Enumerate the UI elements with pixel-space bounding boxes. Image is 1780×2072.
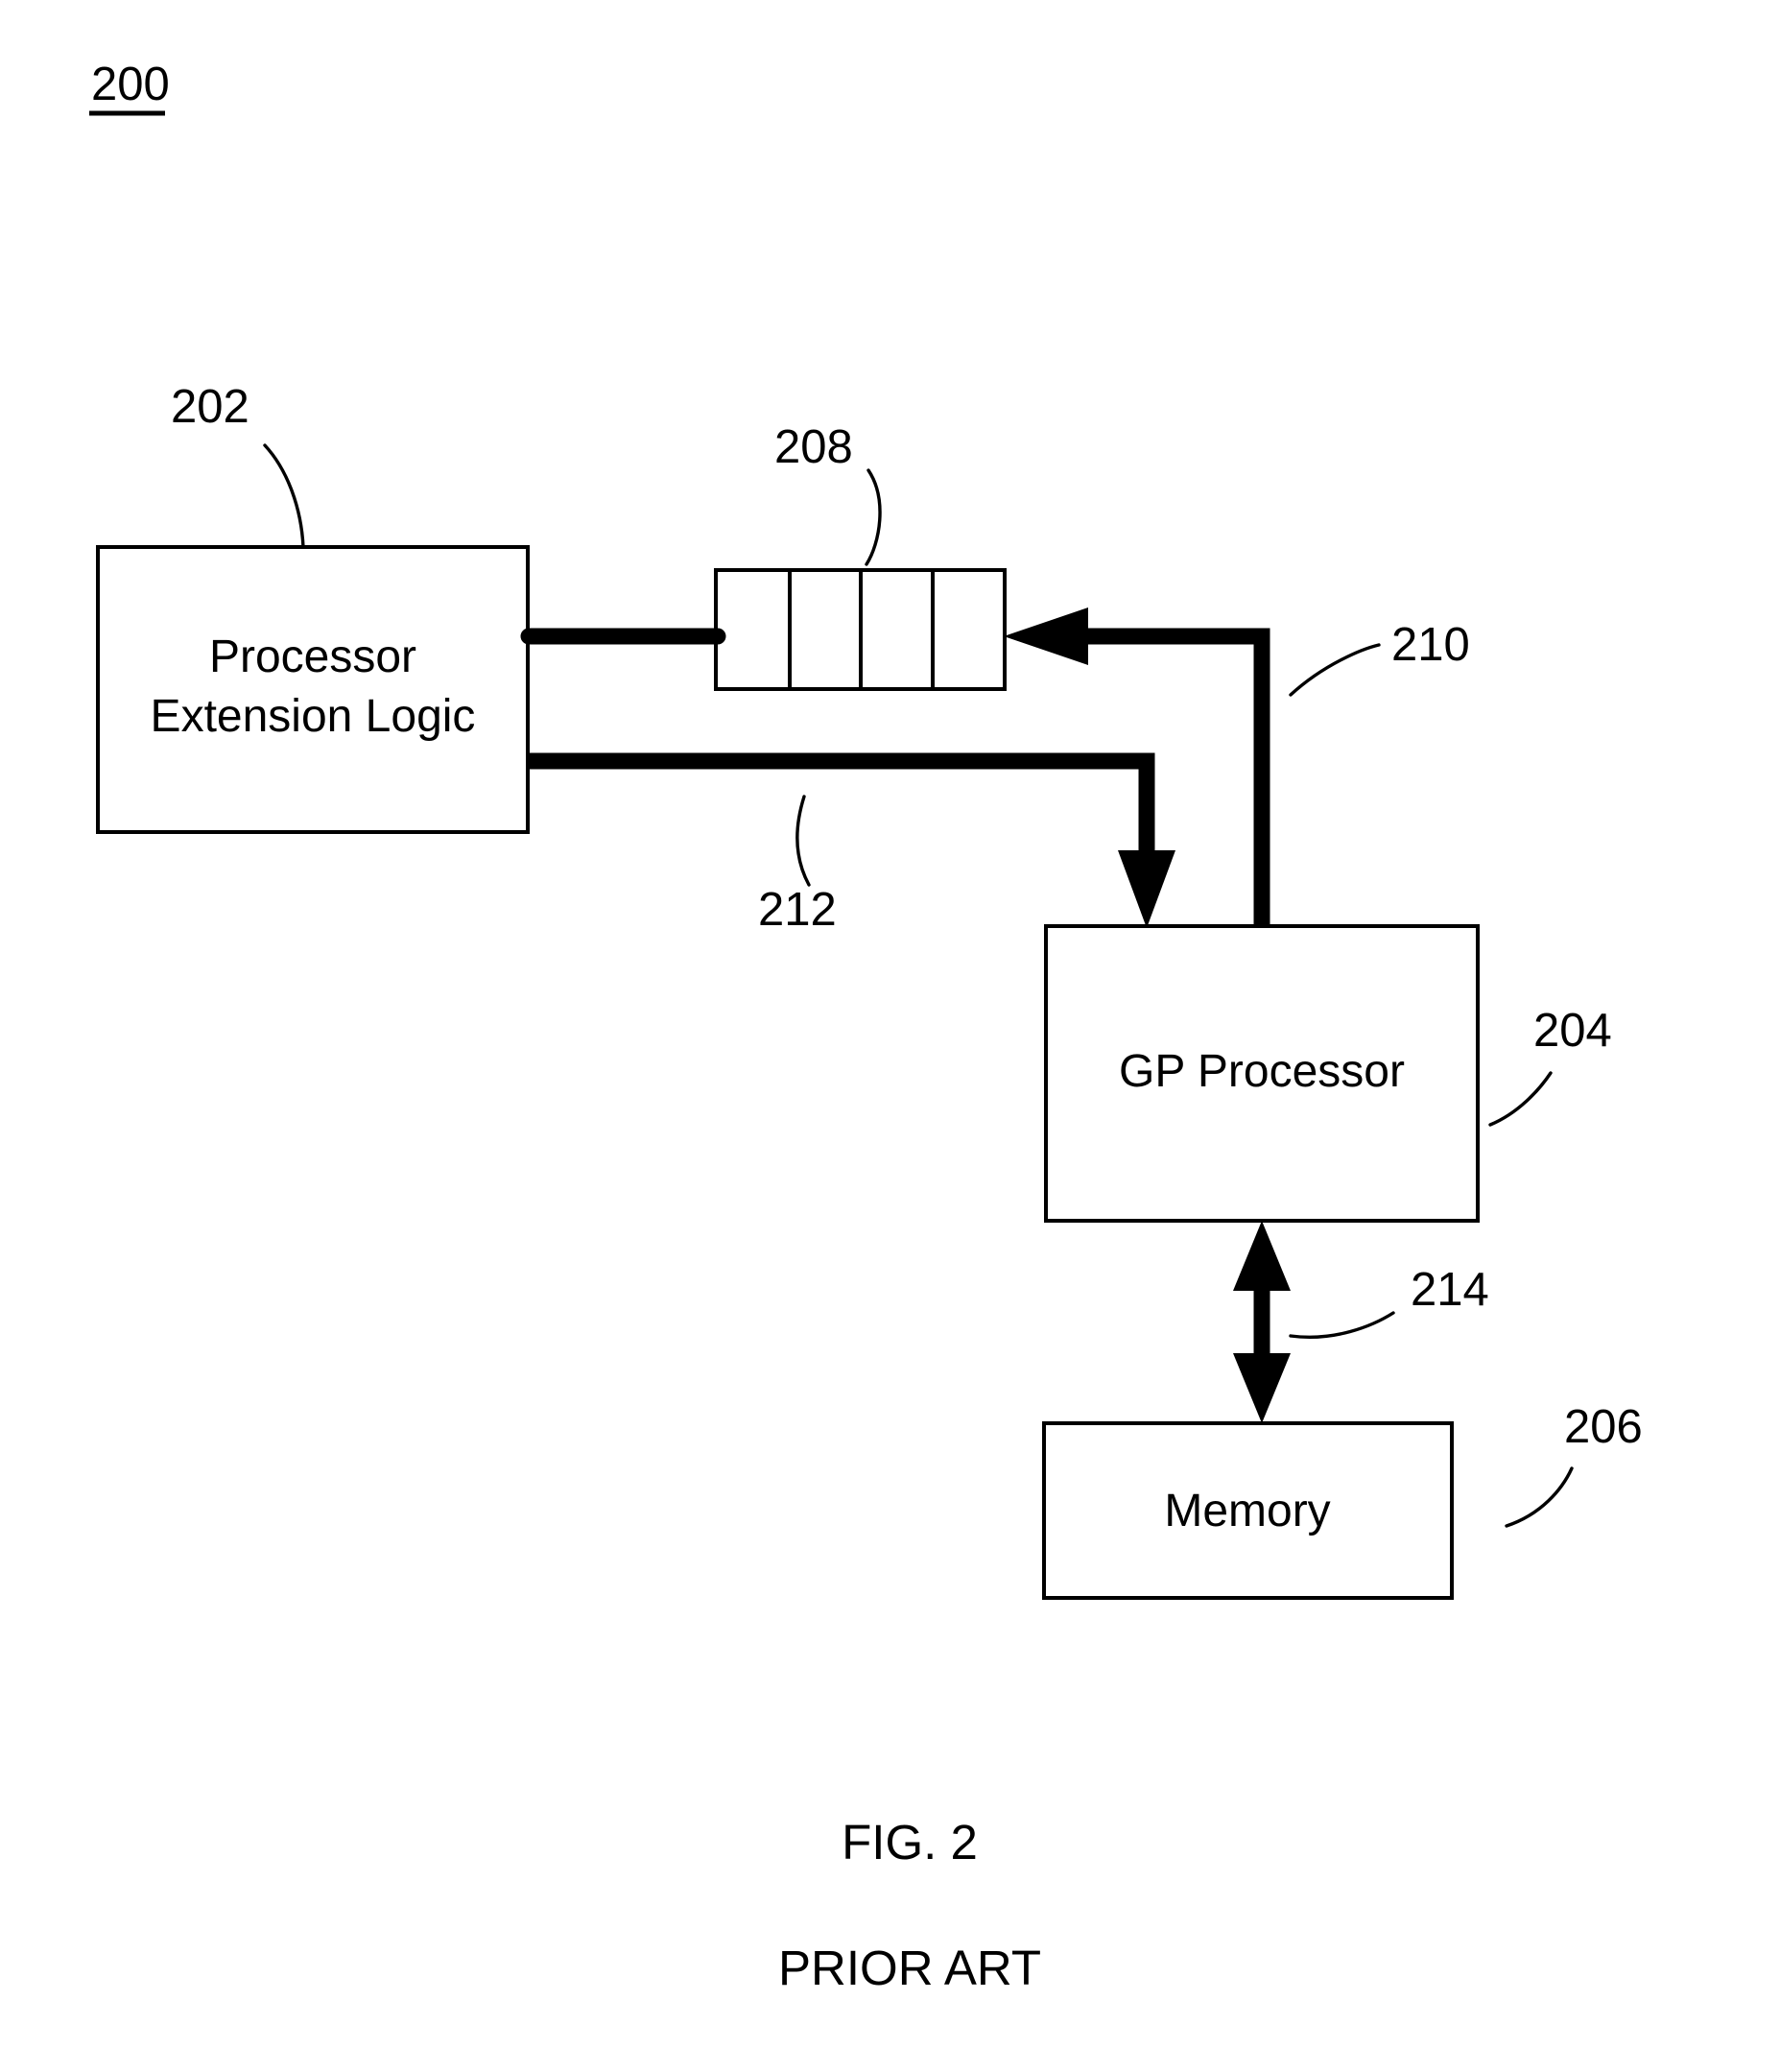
- figure-number-group: 200: [89, 59, 170, 116]
- figure-number-label: 200: [91, 59, 170, 110]
- leader-line-208: [865, 468, 882, 566]
- connection-214-arrowhead-up: [1233, 1221, 1291, 1291]
- connection-214-group: 214: [1233, 1221, 1489, 1423]
- ref-numeral-210: 210: [1391, 619, 1470, 671]
- gp-processor-group: GP Processor 204: [1044, 924, 1612, 1223]
- leader-line-214: [1289, 1311, 1395, 1339]
- ref-numeral-208: 208: [774, 421, 853, 473]
- leader-line-212: [795, 795, 811, 887]
- leader-line-202: [263, 443, 305, 549]
- connection-212-group: 212: [529, 752, 1175, 936]
- processor-extension-logic-label-line1: Processor: [209, 631, 416, 682]
- ref-numeral-204: 204: [1533, 1005, 1612, 1057]
- ref-numeral-212: 212: [758, 884, 837, 936]
- connection-212-path: [529, 752, 1155, 873]
- connection-214-arrowhead-down: [1233, 1353, 1291, 1423]
- processor-extension-logic-box: [96, 545, 530, 834]
- ref-numeral-214: 214: [1411, 1264, 1489, 1316]
- processor-extension-logic-label-line2: Extension Logic: [151, 691, 476, 742]
- figure-canvas: 200 202 Processor Extension Logic 208 21…: [89, 59, 1643, 1995]
- ref-numeral-202: 202: [171, 381, 249, 433]
- processor-extension-logic-group: 202 Processor Extension Logic: [96, 381, 530, 834]
- fifo-queue-group: 208: [714, 421, 1007, 691]
- figure-caption-secondary: PRIOR ART: [778, 1941, 1041, 1995]
- connection-210-arrowhead: [1004, 607, 1088, 665]
- patent-figure: 200 202 Processor Extension Logic 208 21…: [0, 0, 1780, 2072]
- leader-line-206: [1505, 1466, 1574, 1528]
- memory-label: Memory: [1164, 1486, 1330, 1536]
- figure-caption-primary: FIG. 2: [842, 1815, 978, 1870]
- caption-group: FIG. 2 PRIOR ART: [778, 1815, 1041, 1995]
- ref-numeral-206: 206: [1564, 1401, 1643, 1453]
- leader-line-204: [1488, 1071, 1553, 1127]
- memory-group: Memory 206: [1042, 1401, 1643, 1600]
- connection-212-arrowhead: [1118, 850, 1175, 928]
- connection-210-path: [1087, 628, 1270, 931]
- leader-line-210: [1289, 643, 1381, 697]
- gp-processor-label: GP Processor: [1119, 1046, 1405, 1097]
